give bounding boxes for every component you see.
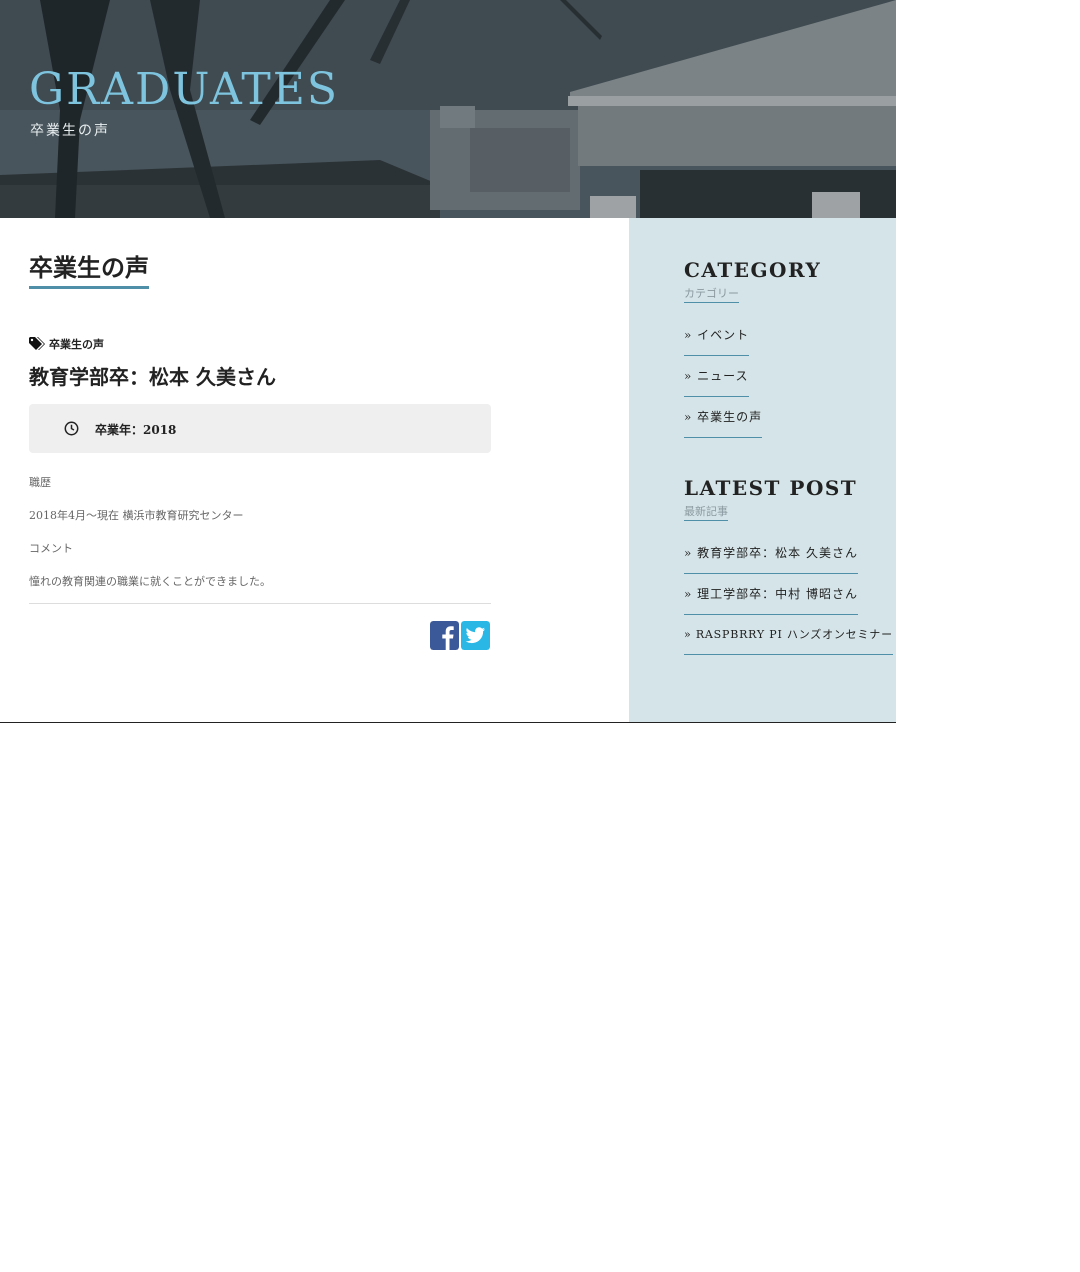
main-content: 卒業生の声 卒業生の声 教育学部卒：松本 久美さん 卒業年：2018 職歴 20…: [0, 218, 629, 722]
latest-post-link[interactable]: » 理工学部卒：中村 博昭さん: [684, 585, 858, 615]
hero-title: GRADUATES: [29, 64, 340, 115]
post-category-label[interactable]: 卒業生の声: [49, 336, 104, 352]
sidebar-item-event[interactable]: » イベント: [684, 326, 750, 356]
section-title: 卒業生の声: [29, 248, 149, 289]
hero-subtitle: 卒業生の声: [30, 123, 110, 139]
facebook-icon[interactable]: [430, 621, 459, 650]
post-title: 教育学部卒：松本 久美さん: [29, 365, 276, 389]
hero-banner: GRADUATES 卒業生の声: [0, 0, 896, 218]
page: GRADUATES 卒業生の声 卒業生の声 卒業生の声 教育学部卒：松本 久美さ…: [0, 0, 896, 723]
post-divider: [29, 603, 491, 604]
tag-icon: [29, 337, 45, 350]
category-subheading: カテゴリー: [684, 285, 739, 303]
career-label: 職歴: [29, 476, 51, 489]
category-heading: CATEGORY: [684, 258, 822, 282]
latest-subheading: 最新記事: [684, 503, 728, 521]
graduation-year: 卒業年：2018: [95, 423, 177, 437]
latest-post-link[interactable]: » 教育学部卒：松本 久美さん: [684, 544, 858, 574]
latest-heading: LATEST POST: [684, 476, 858, 500]
category-heading-block: CATEGORY カテゴリー: [684, 258, 821, 303]
graduation-info-box: 卒業年：2018: [29, 404, 491, 453]
post-category-tag[interactable]: 卒業生の声: [29, 336, 104, 352]
twitter-icon[interactable]: [461, 621, 490, 650]
sidebar-item-graduates[interactable]: » 卒業生の声: [684, 408, 763, 438]
latest-heading-block: LATEST POST 最新記事: [684, 476, 857, 521]
sidebar-item-news[interactable]: » ニュース: [684, 367, 749, 397]
comment-label: コメント: [29, 542, 73, 555]
comment-text: 憧れの教育関連の職業に就くことができました。: [29, 575, 271, 588]
share-buttons: [430, 621, 490, 650]
sidebar: CATEGORY カテゴリー » イベント » ニュース » 卒業生の声 LAT…: [629, 218, 896, 722]
career-text: 2018年4月～現在 横浜市教育研究センター: [29, 509, 244, 522]
clock-icon: [64, 421, 79, 436]
latest-post-link[interactable]: » RASPBRRY PI ハンズオンセミナー: [684, 626, 893, 655]
